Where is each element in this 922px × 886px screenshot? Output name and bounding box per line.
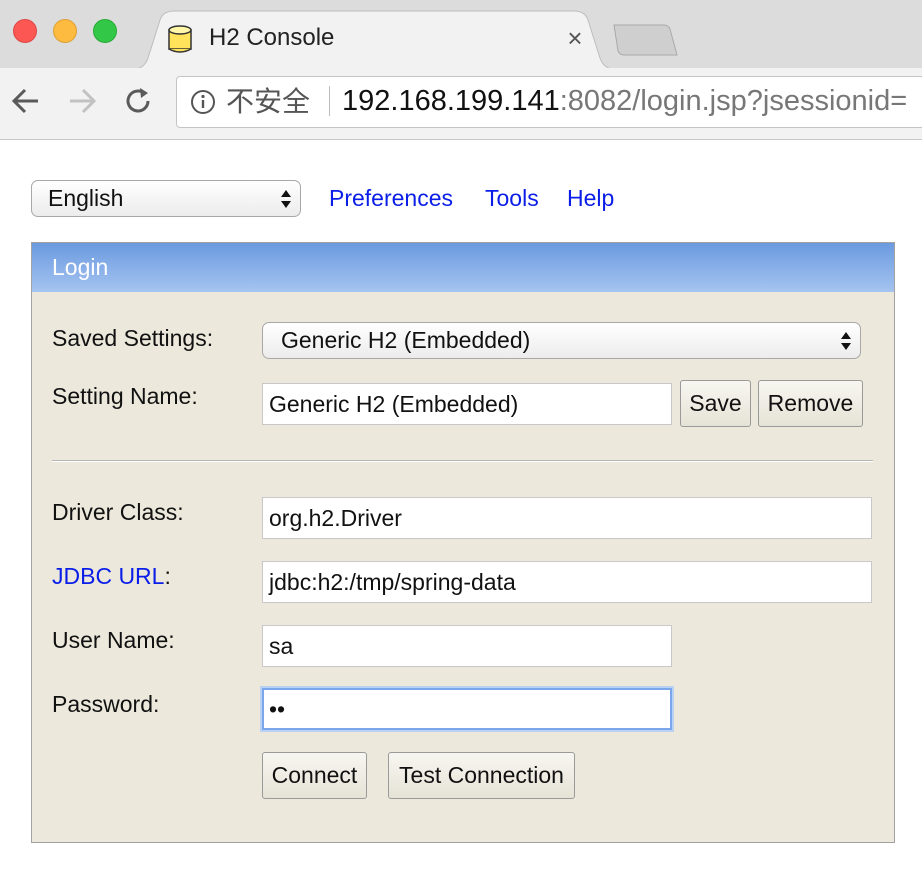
address-separator (329, 86, 330, 116)
jdbc-url-link[interactable]: JDBC URL (52, 563, 164, 589)
jdbc-url-input[interactable]: jdbc:h2:/tmp/spring-data (262, 561, 872, 603)
info-icon[interactable] (190, 89, 216, 115)
login-header: Login (32, 243, 894, 292)
tools-link[interactable]: Tools (485, 183, 539, 213)
test-connection-button[interactable]: Test Connection (388, 752, 575, 799)
new-tab-button[interactable] (608, 22, 680, 58)
saved-settings-value: Generic H2 (Embedded) (281, 327, 531, 353)
database-icon (168, 25, 192, 53)
setting-name-label: Setting Name: (52, 383, 198, 409)
preferences-link[interactable]: Preferences (329, 183, 453, 213)
url-path: :8082/login.jsp?jsessionid= (559, 85, 908, 117)
jdbc-url-colon: : (164, 563, 171, 589)
section-divider (52, 460, 873, 462)
saved-settings-label: Saved Settings: (52, 325, 214, 351)
driver-class-label: Driver Class: (52, 499, 184, 525)
user-name-input[interactable]: sa (262, 625, 672, 667)
connect-button[interactable]: Connect (262, 752, 367, 799)
url-text[interactable]: 192.168.199.141:8082/login.jsp?jsessioni… (342, 84, 907, 118)
password-input[interactable]: •• (262, 688, 672, 730)
user-name-label: User Name: (52, 627, 175, 653)
url-host: 192.168.199.141 (342, 85, 560, 117)
minimize-window-button[interactable] (53, 19, 77, 43)
language-select-value: English (48, 185, 124, 211)
save-button[interactable]: Save (680, 380, 751, 427)
close-window-button[interactable] (13, 19, 37, 43)
language-select[interactable]: English (31, 180, 301, 217)
reload-icon[interactable] (122, 84, 154, 118)
browser-tab[interactable] (134, 10, 614, 69)
select-arrows-icon (841, 332, 851, 350)
security-label[interactable]: 不安全 (226, 85, 310, 119)
jdbc-url-label: JDBC URL: (52, 561, 171, 591)
password-label: Password: (52, 691, 160, 717)
remove-button[interactable]: Remove (758, 380, 863, 427)
tab-title: H2 Console (209, 24, 335, 51)
help-link[interactable]: Help (567, 183, 614, 213)
back-arrow-icon[interactable] (10, 84, 42, 118)
driver-class-input[interactable]: org.h2.Driver (262, 497, 872, 539)
setting-name-input[interactable]: Generic H2 (Embedded) (262, 383, 672, 425)
saved-settings-select[interactable]: Generic H2 (Embedded) (262, 322, 861, 359)
select-arrows-icon (281, 190, 291, 208)
tab-close-icon[interactable]: × (562, 23, 588, 53)
zoom-window-button[interactable] (93, 19, 117, 43)
forward-arrow-icon[interactable] (66, 84, 98, 118)
